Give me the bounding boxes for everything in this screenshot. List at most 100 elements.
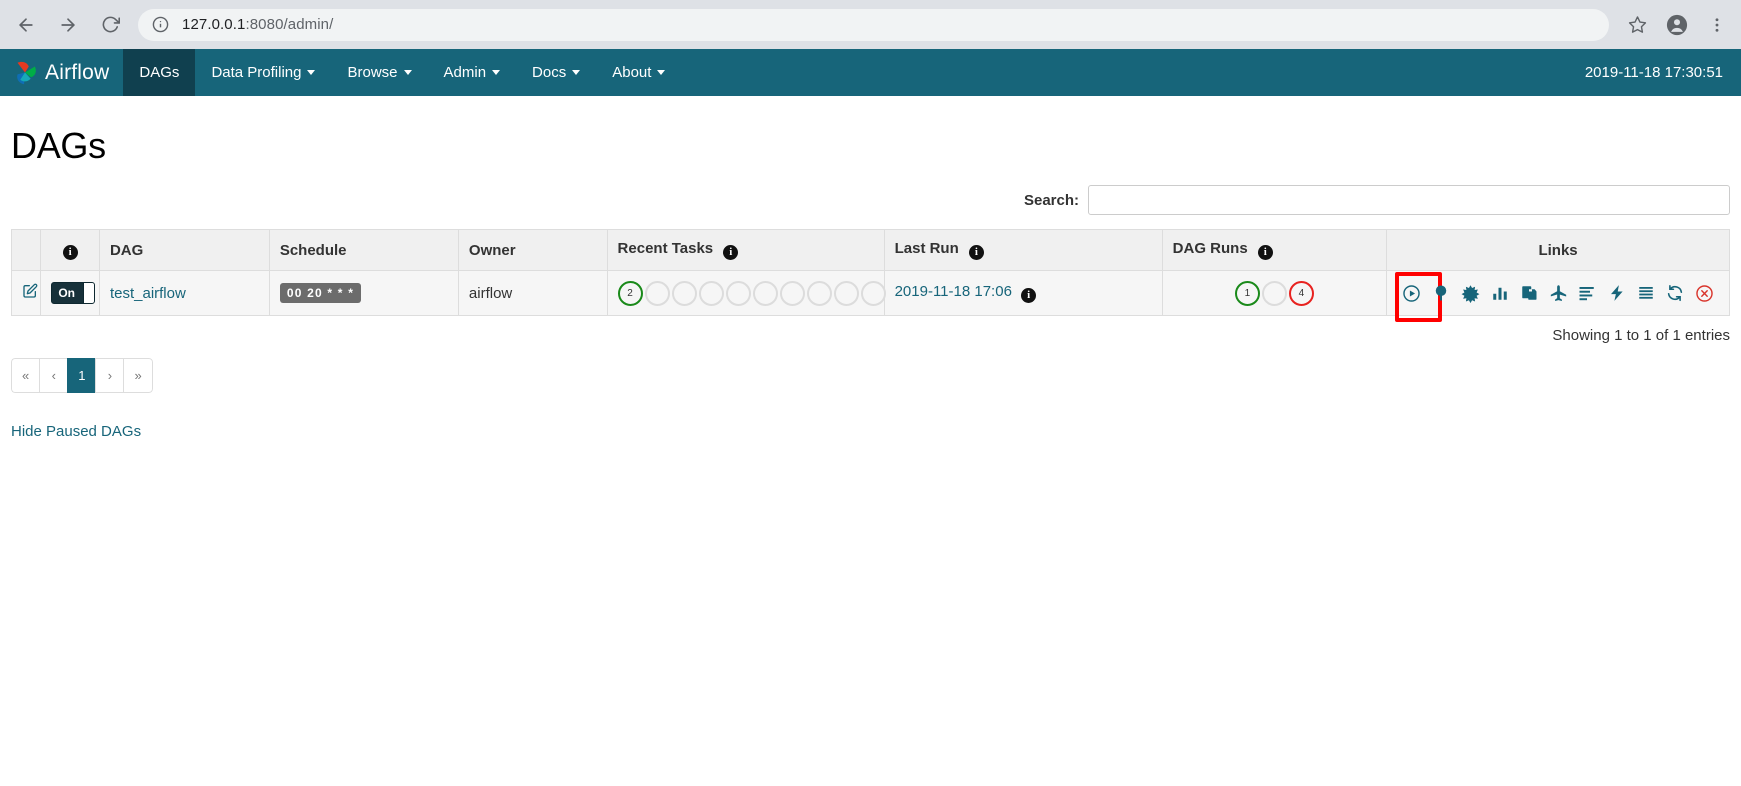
header-edit: [10, 229, 42, 271]
recent-task-circle[interactable]: [644, 280, 670, 306]
profile-avatar-icon[interactable]: [1665, 13, 1689, 37]
url-host: 127.0.0.1: [182, 16, 246, 33]
header-last-run-label: Last Run: [894, 240, 959, 257]
info-icon[interactable]: i: [1021, 288, 1037, 303]
airflow-navbar: Airflow DAGs Data Profiling Browse Admin…: [0, 49, 1741, 96]
pagination-last[interactable]: »: [123, 358, 153, 393]
address-bar[interactable]: 127.0.0.1:8080/admin/: [138, 8, 1609, 41]
cell-dag-runs: 1 4: [1161, 270, 1388, 316]
nav-item-about-label: About: [612, 64, 652, 81]
nav-item-docs-label: Docs: [532, 64, 567, 81]
site-info-icon[interactable]: [152, 16, 170, 34]
pagination-first[interactable]: «: [11, 358, 40, 393]
cell-recent-tasks: 2: [606, 270, 886, 316]
dag-toggle-label: On: [58, 286, 75, 300]
header-links: Links: [1386, 229, 1730, 271]
recent-task-circle[interactable]: [860, 280, 886, 306]
address-bar-url: 127.0.0.1:8080/admin/: [182, 16, 333, 33]
search-input[interactable]: [1088, 185, 1730, 215]
header-dag-runs: DAG Runs i: [1161, 229, 1388, 271]
airflow-brand[interactable]: Airflow: [0, 49, 123, 96]
chevron-down-icon: [572, 70, 581, 75]
dag-on-off-toggle[interactable]: On: [51, 282, 96, 304]
nav-item-admin-label: Admin: [443, 64, 487, 81]
dag-run-circle[interactable]: [1261, 280, 1287, 306]
nav-item-browse[interactable]: Browse: [331, 49, 427, 96]
nav-item-data-profiling[interactable]: Data Profiling: [195, 49, 331, 96]
info-icon[interactable]: i: [968, 245, 984, 260]
recent-task-circle[interactable]: [671, 280, 697, 306]
bookmark-star-icon[interactable]: [1625, 13, 1649, 37]
cell-owner: airflow: [457, 270, 608, 316]
navbar-clock: 2019-11-18 17:30:51: [1584, 64, 1723, 81]
gantt-icon[interactable]: [1577, 279, 1598, 307]
trigger-dag-icon[interactable]: [1395, 272, 1443, 322]
tree-view-icon[interactable]: [1430, 279, 1451, 307]
dag-name-link[interactable]: test_airflow: [110, 285, 186, 302]
header-owner[interactable]: Owner: [457, 229, 608, 271]
header-last-run: Last Run i: [883, 229, 1163, 271]
browser-chrome-right: [1615, 13, 1729, 37]
edit-dag-icon[interactable]: [22, 283, 38, 299]
delete-dag-icon[interactable]: [1694, 279, 1715, 307]
graph-view-icon[interactable]: [1460, 279, 1481, 307]
cell-dag-name: test_airflow: [98, 270, 270, 316]
code-icon[interactable]: [1606, 279, 1627, 307]
nav-item-admin[interactable]: Admin: [428, 49, 517, 96]
nav-item-about[interactable]: About: [596, 49, 681, 96]
last-run-link[interactable]: 2019-11-18 17:06: [895, 283, 1012, 300]
url-path: :8080/admin/: [245, 16, 334, 33]
three-dot-menu-icon[interactable]: [1705, 13, 1729, 37]
header-schedule[interactable]: Schedule: [268, 229, 459, 271]
nav-item-dags[interactable]: DAGs: [123, 49, 196, 96]
browser-nav-buttons: [12, 11, 124, 39]
info-icon[interactable]: i: [62, 245, 78, 260]
landing-times-icon[interactable]: [1547, 279, 1568, 307]
showing-entries-text: Showing 1 to 1 of 1 entries: [1552, 327, 1730, 344]
pagination-prev[interactable]: ‹: [39, 358, 68, 393]
dag-run-circle[interactable]: 1: [1234, 280, 1260, 306]
recent-task-circle[interactable]: [752, 280, 778, 306]
schedule-badge: 00 20 * * *: [279, 283, 362, 303]
info-icon[interactable]: i: [723, 245, 739, 260]
chevron-down-icon: [657, 70, 666, 75]
search-row: Search:: [11, 185, 1730, 215]
logs-icon[interactable]: [1635, 279, 1656, 307]
reload-icon[interactable]: [96, 11, 124, 39]
task-tries-icon[interactable]: [1518, 279, 1539, 307]
header-recent-tasks-label: Recent Tasks: [617, 240, 714, 257]
airflow-pinwheel-logo-icon: [10, 58, 40, 88]
recent-task-circle[interactable]: [725, 280, 751, 306]
recent-task-circle[interactable]: [806, 280, 832, 306]
header-dag-runs-label: DAG Runs: [1172, 240, 1248, 257]
cell-links: [1386, 270, 1730, 322]
toggle-knob: [83, 283, 95, 303]
pagination: « ‹ 1 › »: [11, 358, 153, 393]
cell-toggle: On: [40, 270, 100, 316]
pagination-page-1[interactable]: 1: [67, 358, 96, 393]
header-dag[interactable]: DAG: [98, 229, 270, 271]
info-icon[interactable]: i: [1257, 245, 1273, 260]
table-row: On test_airflow 00 20 * * * airflow 2 20…: [10, 270, 1730, 322]
forward-arrow-icon[interactable]: [54, 11, 82, 39]
cell-edit: [10, 270, 42, 316]
recent-task-circle[interactable]: [779, 280, 805, 306]
nav-item-docs[interactable]: Docs: [516, 49, 596, 96]
dags-table: i DAG Schedule Owner Recent Tasks i Last…: [10, 229, 1730, 322]
back-arrow-icon[interactable]: [12, 11, 40, 39]
chevron-down-icon: [307, 70, 316, 75]
nav-item-dags-label: DAGs: [139, 64, 180, 81]
pagination-next[interactable]: ›: [95, 358, 124, 393]
recent-task-circle[interactable]: [698, 280, 724, 306]
refresh-icon[interactable]: [1665, 279, 1686, 307]
chevron-down-icon: [403, 70, 412, 75]
recent-task-circle[interactable]: [833, 280, 859, 306]
dag-run-circle[interactable]: 4: [1288, 280, 1314, 306]
hide-paused-dags-link[interactable]: Hide Paused DAGs: [11, 423, 1730, 440]
header-dag-label: DAG: [109, 241, 144, 259]
recent-tasks-circles: 2: [617, 280, 886, 306]
browser-chrome: 127.0.0.1:8080/admin/: [0, 0, 1741, 49]
dags-table-head: i DAG Schedule Owner Recent Tasks i Last…: [10, 229, 1730, 271]
recent-task-circle[interactable]: 2: [617, 280, 643, 306]
task-duration-icon[interactable]: [1489, 279, 1510, 307]
